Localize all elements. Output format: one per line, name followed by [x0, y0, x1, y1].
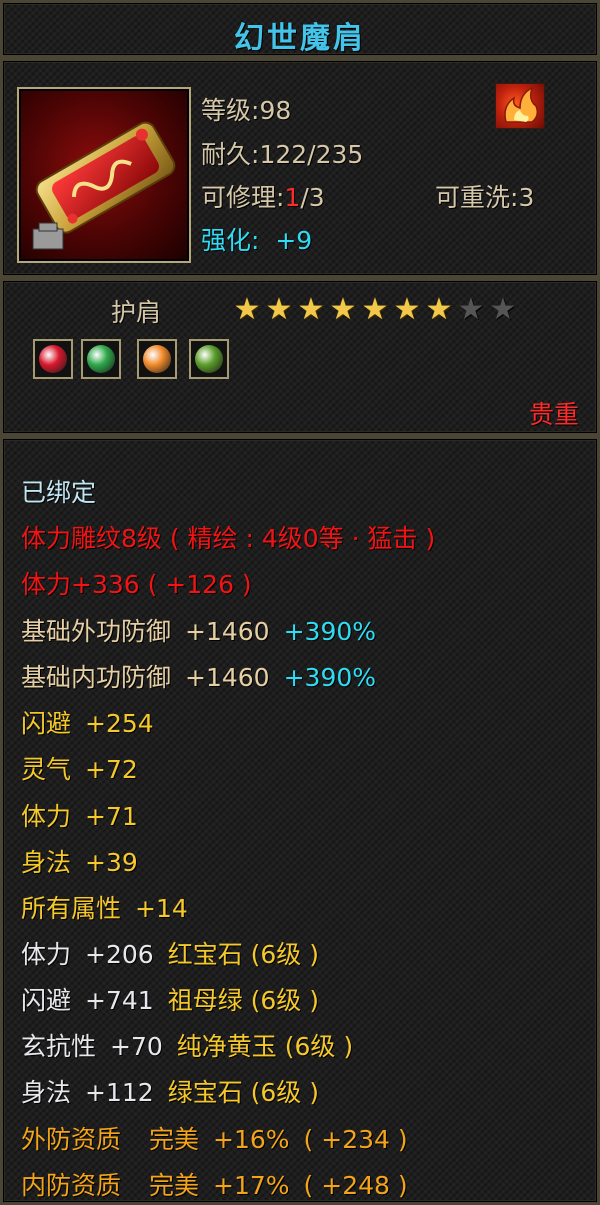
gem-orb: [87, 345, 115, 373]
gem-stat-value: +206: [85, 940, 154, 969]
star-filled-icon: ★: [265, 292, 293, 327]
gem-name: 祖母绿 (6级 ): [167, 986, 319, 1015]
star-empty-icon: ★: [489, 292, 517, 327]
star-filled-icon: ★: [425, 292, 453, 327]
level-stat: 等级:98: [201, 96, 292, 125]
repair-total: /3: [300, 183, 325, 212]
rewash-value: 3: [518, 183, 535, 212]
gem-name: 纯净黄玉 (6级 ): [176, 1032, 354, 1061]
rewash-stat: 可重洗:3: [435, 183, 535, 212]
jade-gem-icon[interactable]: [189, 339, 229, 379]
repair-used: 1: [284, 183, 301, 212]
inner-defense-line: 基础内功防御 +1460 +390%: [21, 662, 376, 694]
quality-bonus: ( +234 ): [303, 1125, 408, 1154]
attr-line: 所有属性 +14: [21, 893, 188, 925]
attr-line: 闪避 +254: [21, 708, 154, 740]
gem-name: 红宝石 (6级 ): [167, 940, 319, 969]
gem-stat-value: +741: [85, 986, 154, 1015]
vitality-total-line: 体力+336 ( +126 ): [21, 570, 252, 599]
attr-line: 灵气 +72: [21, 754, 138, 786]
repair-stat: 可修理:1/3: [201, 183, 325, 212]
inner-def-value: +1460: [185, 663, 270, 692]
bound-status: 已绑定: [21, 478, 97, 507]
quality-label: 内防资质: [21, 1171, 122, 1200]
flame-class-icon: [495, 83, 545, 129]
gem-stat-label: 玄抗性: [21, 1032, 97, 1061]
star-rating: ★ ★ ★ ★ ★ ★ ★ ★ ★: [231, 295, 519, 325]
gem-orb: [39, 345, 67, 373]
star-filled-icon: ★: [361, 292, 389, 327]
gem-stat-label: 体力: [21, 940, 72, 969]
outer-def-value: +1460: [185, 617, 270, 646]
gem-stat-label: 闪避: [21, 986, 72, 1015]
item-title: 幻世魔肩: [234, 21, 366, 56]
attr-label: 闪避: [21, 709, 72, 738]
quality-label: 外防资质: [21, 1125, 122, 1154]
engraving-line: 体力雕纹8级 ( 精绘 : 4级0等 · 猛击 ): [21, 524, 436, 553]
level-value: 98: [259, 96, 292, 125]
outer-def-pct: +390%: [283, 617, 377, 646]
durability-stat: 耐久:122/235: [201, 140, 364, 169]
attr-label: 体力: [21, 802, 72, 831]
durability-label: 耐久: [201, 140, 252, 169]
star-filled-icon: ★: [297, 292, 325, 327]
gem-stat-line: 玄抗性 +70 纯净黄玉 (6级 ): [21, 1031, 353, 1063]
quality-pct: +17%: [213, 1171, 290, 1200]
orange-gem-icon[interactable]: [137, 339, 177, 379]
gem-stat-value: +70: [110, 1032, 163, 1061]
gem-stat-value: +112: [85, 1078, 154, 1107]
green-gem-icon[interactable]: [81, 339, 121, 379]
inner-def-label: 基础内功防御: [21, 663, 172, 692]
gem-name: 绿宝石 (6级 ): [167, 1078, 319, 1107]
slot-type: 护肩: [111, 298, 162, 327]
quality-line: 内防资质 完美 +17% ( +248 ): [21, 1170, 408, 1202]
quality-grade: 完美: [149, 1171, 200, 1200]
level-label: 等级: [201, 96, 252, 125]
outer-def-label: 基础外功防御: [21, 617, 172, 646]
gem-orb: [143, 345, 171, 373]
enhance-label: 强化: [201, 226, 252, 255]
attr-line: 身法 +39: [21, 847, 138, 879]
gem-stat-label: 身法: [21, 1078, 72, 1107]
star-empty-icon: ★: [457, 292, 485, 327]
star-filled-icon: ★: [329, 292, 357, 327]
star-filled-icon: ★: [233, 292, 261, 327]
item-stats-panel: 已绑定 体力雕纹8级 ( 精绘 : 4级0等 · 猛击 ) 体力+336 ( +…: [0, 436, 600, 1205]
item-info-panel: 等级:98 耐久:122/235 可修理:1/3 可重洗:3 强化: +9: [0, 58, 600, 278]
attr-line: 体力 +71: [21, 801, 138, 833]
shoulder-armor-icon[interactable]: [17, 87, 191, 263]
star-filled-icon: ★: [393, 292, 421, 327]
attr-value: +71: [85, 802, 138, 831]
durability-value: 122/235: [259, 140, 364, 169]
inner-def-pct: +390%: [283, 663, 377, 692]
gem-stat-line: 闪避 +741 祖母绿 (6级 ): [21, 985, 319, 1017]
attr-label: 所有属性: [21, 894, 122, 923]
gem-stat-line: 体力 +206 红宝石 (6级 ): [21, 939, 319, 971]
rarity-label: 贵重: [529, 400, 580, 429]
attr-label: 灵气: [21, 755, 72, 784]
enhance-stat: 强化: +9: [201, 226, 313, 255]
attr-value: +72: [85, 755, 138, 784]
red-gem-icon[interactable]: [33, 339, 73, 379]
attr-label: 身法: [21, 848, 72, 877]
gem-orb: [195, 345, 223, 373]
attr-value: +39: [85, 848, 138, 877]
quality-line: 外防资质 完美 +16% ( +234 ): [21, 1124, 408, 1156]
quality-pct: +16%: [213, 1125, 290, 1154]
quality-bonus: ( +248 ): [303, 1171, 408, 1200]
title-bar: 幻世魔肩: [0, 0, 600, 58]
outer-defense-line: 基础外功防御 +1460 +390%: [21, 616, 376, 648]
enhance-value: +9: [275, 226, 313, 255]
attr-value: +14: [135, 894, 188, 923]
item-type-panel: 护肩 ★ ★ ★ ★ ★ ★ ★ ★ ★ 贵重: [0, 278, 600, 436]
attr-value: +254: [85, 709, 154, 738]
repair-label: 可修理: [201, 183, 277, 212]
quality-grade: 完美: [149, 1125, 200, 1154]
rewash-label: 可重洗: [435, 183, 511, 212]
gem-stat-line: 身法 +112 绿宝石 (6级 ): [21, 1077, 319, 1109]
